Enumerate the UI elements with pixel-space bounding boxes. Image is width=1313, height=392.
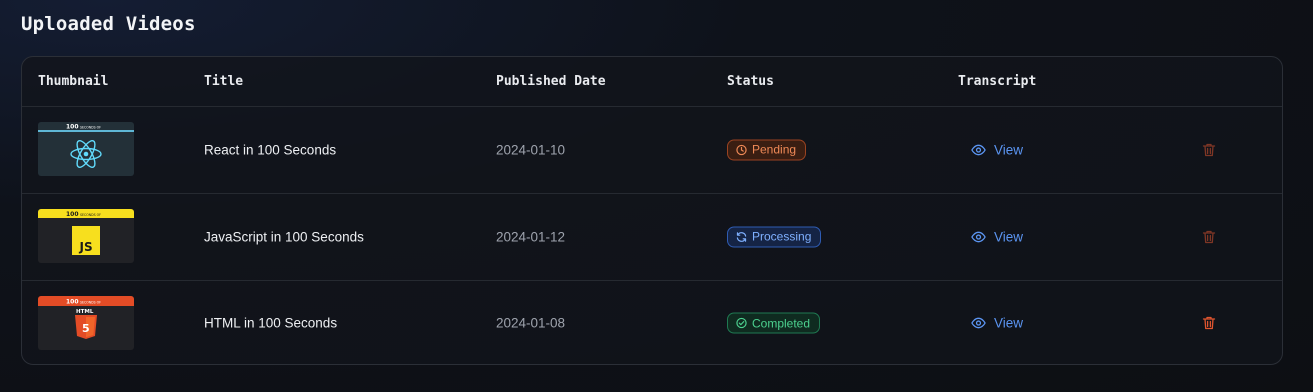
trash-icon	[1202, 143, 1216, 156]
status-badge: Pending	[727, 139, 807, 160]
video-title: JavaScript in 100 Seconds	[204, 229, 364, 244]
table-row[interactable]: 100 SECONDS OF React in 100 Seconds 2024…	[22, 106, 1282, 194]
check-circle-icon	[736, 317, 747, 329]
status-label: Completed	[752, 316, 811, 330]
thumb-banner: 100	[66, 124, 79, 131]
view-label: View	[994, 229, 1024, 244]
table-row[interactable]: 100 SECONDS OF HTML 5 HTML in 100 Second…	[22, 280, 1282, 364]
header-published-date: Published Date	[496, 74, 606, 89]
view-transcript-link[interactable]: View	[971, 316, 1023, 331]
clock-icon	[736, 144, 747, 155]
status-badge: Completed	[727, 312, 821, 334]
videos-table: Thumbnail Title Published Date Status Tr…	[21, 56, 1283, 365]
trash-icon	[1202, 230, 1216, 243]
thumb-sub: SECONDS OF	[80, 213, 101, 217]
delete-button[interactable]	[1201, 229, 1217, 245]
thumb-sub: SECONDS OF	[80, 301, 101, 305]
published-date: 2024-01-08	[496, 315, 566, 331]
header-thumbnail: Thumbnail	[38, 74, 109, 89]
page-title: Uploaded Videos	[21, 13, 196, 35]
header-transcript: Transcript	[958, 74, 1037, 89]
status-label: Pending	[752, 142, 797, 157]
video-title: React in 100 Seconds	[204, 142, 337, 157]
js-logo-text: JS	[79, 240, 93, 254]
video-thumbnail[interactable]: 100 SECONDS OF JS	[38, 209, 134, 263]
eye-icon	[971, 317, 986, 329]
video-title: HTML in 100 Seconds	[204, 315, 338, 331]
html-thumbnail-image: 100 SECONDS OF HTML 5	[38, 296, 134, 350]
video-thumbnail[interactable]: 100 SECONDS OF HTML 5	[38, 296, 134, 350]
status-badge: Processing	[727, 226, 822, 247]
view-transcript-link[interactable]: View	[971, 142, 1023, 157]
eye-icon	[971, 231, 986, 242]
thumb-sub: SECONDS OF	[80, 126, 101, 130]
video-thumbnail[interactable]: 100 SECONDS OF	[38, 122, 134, 176]
status-label: Processing	[752, 229, 812, 244]
published-date: 2024-01-12	[496, 229, 566, 244]
view-transcript-link[interactable]: View	[971, 229, 1023, 244]
header-status: Status	[727, 74, 774, 89]
published-date: 2024-01-10	[496, 142, 566, 157]
html5-logo-text: 5	[82, 322, 90, 335]
table-header-row: Thumbnail Title Published Date Status Tr…	[22, 57, 1282, 107]
delete-button[interactable]	[1201, 142, 1217, 158]
trash-icon	[1202, 316, 1216, 330]
header-title: Title	[204, 74, 244, 89]
delete-button[interactable]	[1201, 315, 1217, 331]
table-row[interactable]: 100 SECONDS OF JS JavaScript in 100 Seco…	[22, 193, 1282, 281]
react-thumbnail-image: 100 SECONDS OF	[38, 122, 134, 176]
eye-icon	[971, 144, 986, 155]
thumb-banner: 100	[66, 211, 79, 218]
thumb-word: HTML	[76, 309, 94, 315]
view-label: View	[994, 142, 1024, 157]
javascript-thumbnail-image: 100 SECONDS OF JS	[38, 209, 134, 263]
view-label: View	[994, 315, 1024, 331]
thumb-banner: 100	[66, 299, 79, 306]
refresh-icon	[736, 231, 747, 242]
